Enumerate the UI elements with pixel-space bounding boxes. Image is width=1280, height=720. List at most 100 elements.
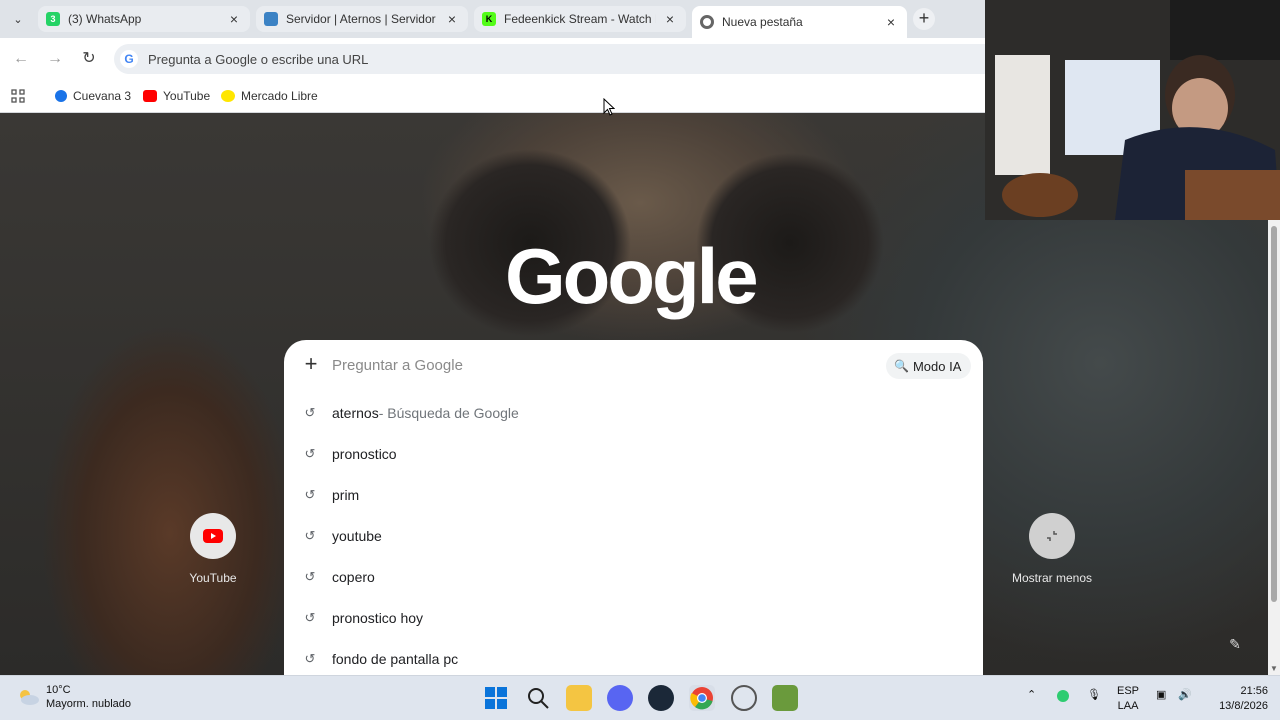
back-arrow-icon[interactable]: ← bbox=[10, 48, 32, 70]
shortcut-label: YouTube bbox=[189, 571, 237, 585]
ai-search-icon: 🔍 bbox=[894, 359, 909, 373]
bookmark-cuevana[interactable]: Cuevana 3 bbox=[55, 87, 131, 105]
apps-grid-icon[interactable] bbox=[11, 87, 25, 105]
page-scrollbar[interactable]: ▼ bbox=[1268, 220, 1280, 675]
network-icon[interactable]: ▣ bbox=[1156, 688, 1166, 701]
tab-title: Servidor | Aternos | Servidor gratis de … bbox=[286, 12, 438, 26]
taskbar-clock[interactable]: 21:56 13/8/2026 bbox=[1200, 684, 1268, 714]
suggestion-item[interactable]: ↺ youtube bbox=[284, 515, 983, 556]
ai-mode-button[interactable]: 🔍 Modo IA bbox=[886, 353, 972, 379]
tab-title: (3) WhatsApp bbox=[68, 12, 142, 26]
shortcut-youtube[interactable]: YouTube bbox=[168, 513, 258, 585]
clock-date: 13/8/2026 bbox=[1219, 700, 1268, 712]
history-icon: ↺ bbox=[304, 650, 316, 666]
suggestion-text: pronostico hoy bbox=[332, 609, 424, 626]
shortcut-show-less[interactable]: Mostrar menos bbox=[1007, 513, 1097, 585]
suggestion-text: fondo de pantalla pc bbox=[332, 650, 459, 667]
suggestion-text: youtube bbox=[332, 527, 382, 544]
browser-toolbar: ← → ↻ G Pregunta a Google o escribe una … bbox=[0, 38, 985, 80]
youtube-shortcut-icon bbox=[190, 513, 236, 559]
history-icon: ↺ bbox=[304, 404, 316, 420]
close-tab-icon[interactable]: × bbox=[444, 11, 460, 27]
tab-strip: ⌄ 3 (3) WhatsApp × Servidor | Aternos | … bbox=[0, 0, 985, 38]
cuevana-icon bbox=[55, 90, 67, 102]
ai-mode-label: Modo IA bbox=[912, 358, 962, 374]
browser-window-chrome: ⌄ 3 (3) WhatsApp × Servidor | Aternos | … bbox=[0, 0, 985, 113]
collapse-icon bbox=[1029, 513, 1075, 559]
webcam-person-image bbox=[985, 0, 1280, 220]
scroll-down-arrow-icon[interactable]: ▼ bbox=[1270, 664, 1278, 673]
obs-icon[interactable] bbox=[731, 685, 757, 711]
search-icon[interactable] bbox=[525, 685, 551, 711]
discord-icon[interactable] bbox=[607, 685, 633, 711]
show-hidden-icons-chevron-icon[interactable]: ⌃ bbox=[1027, 688, 1036, 701]
reload-icon[interactable]: ↻ bbox=[78, 48, 100, 70]
bookmark-youtube[interactable]: YouTube bbox=[143, 87, 210, 105]
history-icon: ↺ bbox=[304, 445, 316, 461]
chrome-taskbar-icon[interactable] bbox=[689, 685, 715, 711]
windows-taskbar: 10°C Mayorm. nublado ⌃ 🎙 ESP LAA ▣ 🔊 21:… bbox=[0, 675, 1280, 720]
kick-icon: K bbox=[482, 12, 496, 26]
scrollbar-thumb[interactable] bbox=[1271, 226, 1277, 602]
language-bottom: LAA bbox=[1117, 700, 1139, 712]
google-logo: Google bbox=[505, 232, 759, 320]
mouse-cursor-icon bbox=[603, 98, 615, 116]
google-g-icon: G bbox=[120, 50, 138, 68]
suggestion-item[interactable]: ↺ prim bbox=[284, 474, 983, 515]
status-dot-icon[interactable] bbox=[1057, 690, 1069, 702]
file-explorer-icon[interactable] bbox=[566, 685, 592, 711]
history-icon: ↺ bbox=[304, 486, 316, 502]
microphone-icon[interactable]: 🎙 bbox=[1087, 688, 1101, 701]
bookmark-label: Cuevana 3 bbox=[73, 89, 132, 103]
history-icon: ↺ bbox=[304, 527, 316, 543]
suggestion-text: aternos bbox=[332, 404, 379, 421]
search-input[interactable] bbox=[332, 354, 832, 376]
address-bar-placeholder: Pregunta a Google o escribe una URL bbox=[148, 51, 369, 67]
minecraft-icon[interactable] bbox=[772, 685, 798, 711]
tab-kick[interactable]: K Fedeenkick Stream - Watch Live × bbox=[474, 6, 686, 32]
new-tab-button[interactable]: + bbox=[913, 8, 935, 30]
bookmark-mercadolibre[interactable]: Mercado Libre bbox=[221, 87, 318, 105]
close-tab-icon[interactable]: × bbox=[883, 14, 899, 30]
whatsapp-icon: 3 bbox=[46, 12, 60, 26]
close-tab-icon[interactable]: × bbox=[662, 11, 678, 27]
forward-arrow-icon[interactable]: → bbox=[44, 48, 66, 70]
aternos-icon bbox=[264, 12, 278, 26]
bookmark-label: YouTube bbox=[163, 89, 211, 103]
cloud-sun-icon bbox=[20, 690, 39, 705]
history-icon: ↺ bbox=[304, 609, 316, 625]
search-dropdown: + 🔍 Modo IA ↺ aternos - Búsqueda de Goog… bbox=[284, 340, 983, 675]
suggestion-text: pronostico bbox=[332, 445, 397, 462]
mercadolibre-icon bbox=[221, 90, 235, 102]
tab-nueva-pestana[interactable]: Nueva pestaña × bbox=[692, 6, 907, 38]
weather-widget[interactable]: 10°C Mayorm. nublado bbox=[16, 683, 131, 711]
shortcut-label: Mostrar menos bbox=[1011, 571, 1093, 585]
suggestion-item[interactable]: ↺ pronostico hoy bbox=[284, 597, 983, 638]
language-top: ESP bbox=[1117, 685, 1140, 697]
tab-aternos[interactable]: Servidor | Aternos | Servidor gratis de … bbox=[256, 6, 468, 32]
history-icon: ↺ bbox=[304, 568, 316, 584]
tab-whatsapp[interactable]: 3 (3) WhatsApp × bbox=[38, 6, 250, 32]
add-attachment-icon[interactable]: + bbox=[302, 353, 320, 375]
suggestion-item[interactable]: ↺ copero bbox=[284, 556, 983, 597]
clock-time: 21:56 bbox=[1240, 685, 1268, 697]
suggestion-text: copero bbox=[332, 568, 375, 585]
tab-title: Nueva pestaña bbox=[722, 15, 803, 29]
address-bar[interactable]: G Pregunta a Google o escribe una URL bbox=[114, 44, 985, 74]
suggestion-item[interactable]: ↺ fondo de pantalla pc bbox=[284, 638, 983, 675]
tab-title: Fedeenkick Stream - Watch Live bbox=[504, 12, 656, 26]
steam-icon[interactable] bbox=[648, 685, 674, 711]
language-indicator[interactable]: ESP LAA bbox=[1117, 684, 1139, 714]
customize-pencil-icon[interactable]: ✎ bbox=[1222, 631, 1248, 657]
windows-start-icon[interactable] bbox=[483, 685, 509, 711]
volume-icon[interactable]: 🔊 bbox=[1178, 688, 1192, 701]
suggestion-item[interactable]: ↺ aternos - Búsqueda de Google bbox=[284, 392, 983, 433]
tab-search-chevron-icon[interactable]: ⌄ bbox=[6, 8, 30, 30]
suggestion-item[interactable]: ↺ pronostico bbox=[284, 433, 983, 474]
webcam-overlay bbox=[985, 0, 1280, 220]
bookmarks-bar: Cuevana 3 YouTube Mercado Libre bbox=[0, 80, 985, 113]
youtube-icon bbox=[143, 90, 157, 102]
bookmark-label: Mercado Libre bbox=[241, 89, 318, 103]
suggestion-extra: - Búsqueda de Google bbox=[378, 404, 519, 421]
close-tab-icon[interactable]: × bbox=[226, 11, 242, 27]
